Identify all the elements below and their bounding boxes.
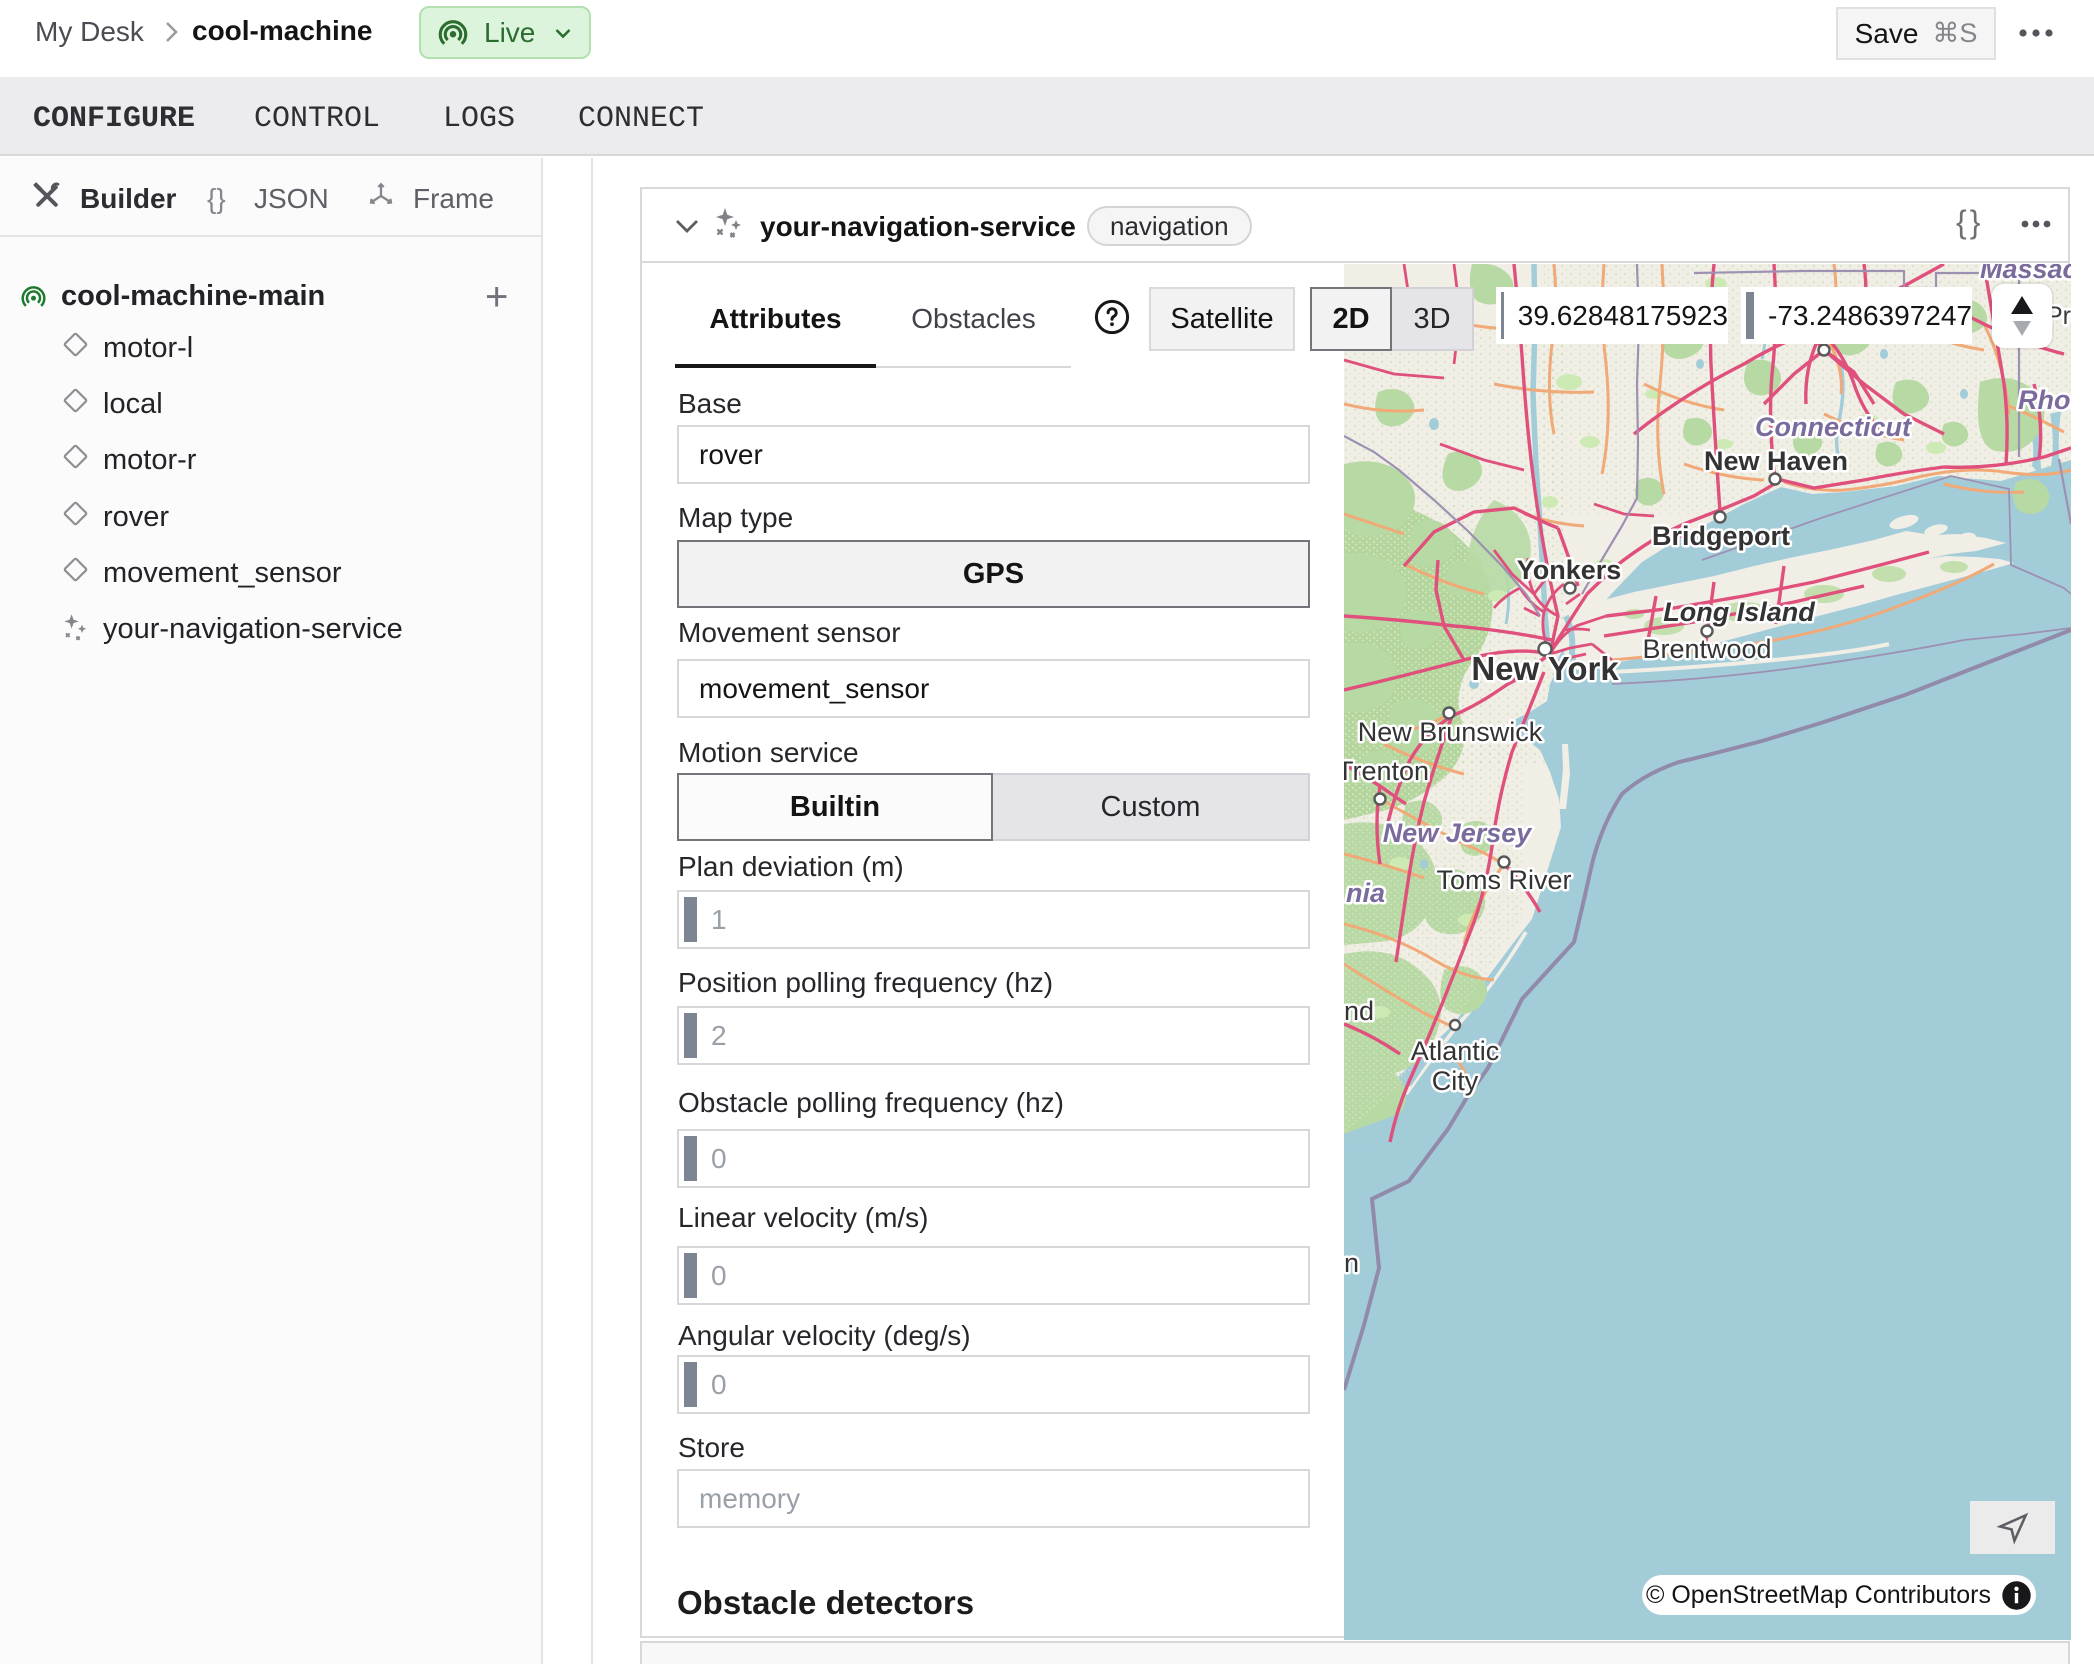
- svg-text:Bridgeport: Bridgeport: [1652, 521, 1790, 551]
- svg-text:Brentwood: Brentwood: [1642, 634, 1771, 664]
- svg-text:nia: nia: [1346, 878, 1385, 908]
- svg-text:Massac: Massac: [1980, 264, 2071, 284]
- svg-text:Yonkers: Yonkers: [1517, 555, 1622, 585]
- svg-text:Atlantic: Atlantic: [1411, 1036, 1500, 1066]
- svg-text:Rhod: Rhod: [2018, 385, 2071, 415]
- svg-text:New Jersey: New Jersey: [1383, 818, 1534, 848]
- svg-text:Toms River: Toms River: [1436, 865, 1571, 895]
- svg-text:City: City: [1432, 1066, 1479, 1096]
- svg-text:New Brunswick: New Brunswick: [1358, 717, 1543, 747]
- svg-text:Trenton: Trenton: [1344, 756, 1429, 786]
- svg-text:Long Island: Long Island: [1663, 597, 1815, 627]
- svg-text:nd: nd: [1344, 996, 1374, 1026]
- svg-text:Connecticut: Connecticut: [1755, 412, 1912, 442]
- svg-text:n: n: [1344, 1248, 1359, 1278]
- svg-text:New Haven: New Haven: [1704, 446, 1848, 476]
- svg-text:New York: New York: [1471, 650, 1619, 687]
